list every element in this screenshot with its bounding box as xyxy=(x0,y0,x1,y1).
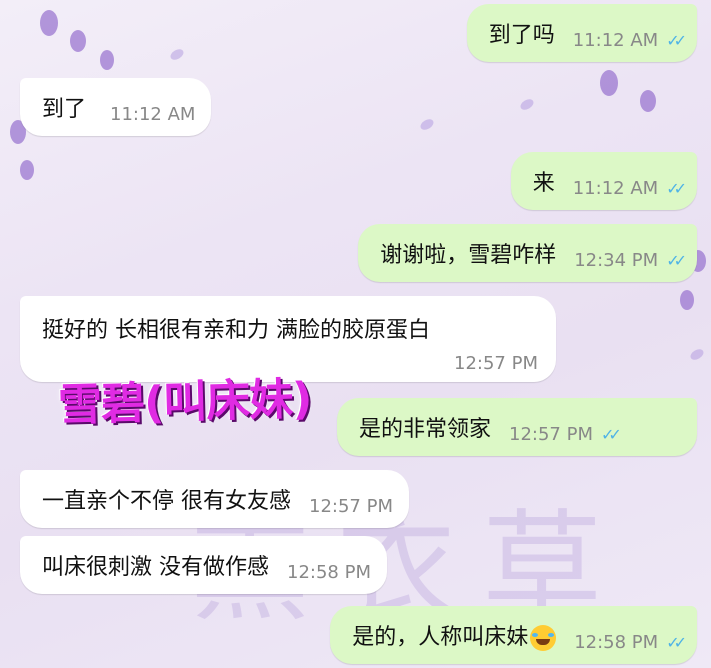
tears-of-joy-emoji-icon xyxy=(530,625,557,651)
outgoing-bubble[interactable]: 谢谢啦，雪碧咋样 12:34 PM ✓✓ xyxy=(358,224,697,282)
outgoing-bubble[interactable]: 来 11:12 AM ✓✓ xyxy=(510,152,697,210)
message-time: 11:12 AM xyxy=(110,103,196,125)
outgoing-bubble[interactable]: 到了吗 11:12 AM ✓✓ xyxy=(466,4,697,62)
message-time: 12:57 PM xyxy=(454,353,538,374)
message-time: 12:58 PM xyxy=(287,561,371,583)
message-time: 12:57 PM xyxy=(309,495,393,517)
message-time: 11:12 AM xyxy=(572,177,659,199)
message-row: 是的非常领家 12:57 PM ✓✓ xyxy=(337,398,697,456)
message-text: 到了吗 xyxy=(488,23,555,48)
incoming-bubble[interactable]: 叫床很刺激 没有做作感 12:58 PM xyxy=(20,536,387,594)
message-row: 到了吗 11:12 AM ✓✓ xyxy=(466,4,697,62)
message-row: 到了 11:12 AM xyxy=(20,78,212,136)
read-ticks-icon: ✓✓ xyxy=(666,250,687,270)
message-row: 叫床很刺激 没有做作感 12:58 PM xyxy=(20,536,387,594)
read-ticks-icon: ✓✓ xyxy=(666,178,687,198)
message-text: 来 xyxy=(532,171,555,196)
message-row: 来 11:12 AM ✓✓ xyxy=(510,152,697,210)
read-ticks-icon: ✓✓ xyxy=(666,632,687,652)
message-time: 12:34 PM xyxy=(574,249,659,271)
message-text: 到了 xyxy=(42,97,87,122)
message-time: 12:58 PM xyxy=(574,631,659,653)
overlay-caption: 雪碧(叫床妹) xyxy=(57,373,312,432)
message-time: 12:57 PM xyxy=(509,423,593,445)
message-row: 谢谢啦，雪碧咋样 12:34 PM ✓✓ xyxy=(358,224,697,282)
outgoing-bubble[interactable]: 是的非常领家 12:57 PM ✓✓ xyxy=(337,398,697,456)
message-text: 是的，人称叫床妹 xyxy=(352,625,529,650)
message-text: 谢谢啦，雪碧咋样 xyxy=(380,243,557,268)
outgoing-bubble[interactable]: 是的，人称叫床妹 12:58 PM ✓✓ xyxy=(330,606,697,664)
read-ticks-icon: ✓✓ xyxy=(666,30,687,50)
message-text: 一直亲个不停 很有女友感 xyxy=(42,489,291,514)
message-time: 11:12 AM xyxy=(572,29,659,51)
incoming-bubble[interactable]: 到了 11:12 AM xyxy=(20,78,212,136)
incoming-bubble[interactable]: 一直亲个不停 很有女友感 12:57 PM xyxy=(20,470,409,528)
message-row: 一直亲个不停 很有女友感 12:57 PM xyxy=(20,470,409,528)
message-text: 是的非常领家 xyxy=(359,417,492,442)
message-text: 挺好的 长相很有亲和力 满脸的胶原蛋白 xyxy=(42,318,430,343)
read-ticks-icon: ✓✓ xyxy=(601,424,622,444)
message-row: 是的，人称叫床妹 12:58 PM ✓✓ xyxy=(330,606,697,664)
message-text: 叫床很刺激 没有做作感 xyxy=(42,555,269,580)
